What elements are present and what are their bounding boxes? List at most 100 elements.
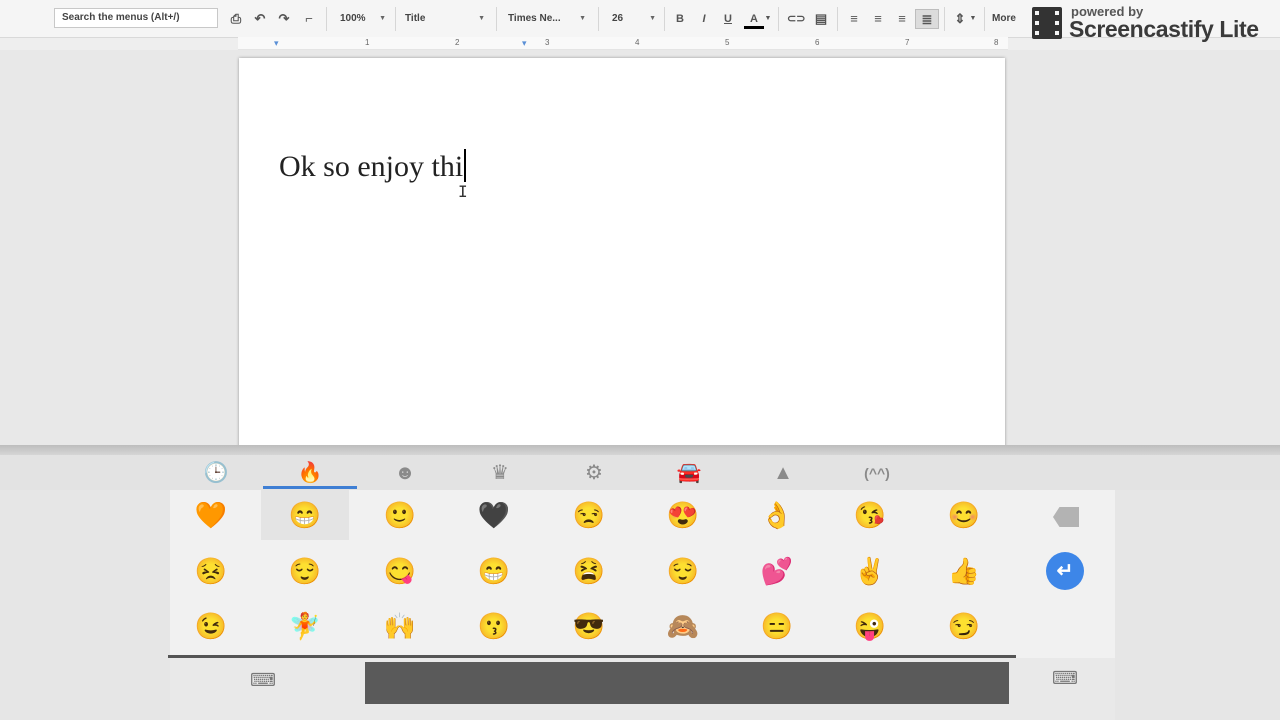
triangle-icon[interactable]: ▲ xyxy=(763,459,803,487)
backspace-icon[interactable] xyxy=(1053,507,1079,527)
emoji-key[interactable]: 👍 xyxy=(920,546,1008,596)
text-color-icon[interactable]: A xyxy=(744,9,764,29)
emoji-key[interactable]: 🙂 xyxy=(356,490,444,540)
search-menus-input[interactable]: Search the menus (Alt+/) xyxy=(54,8,218,28)
watermark-brand: Screencastify Lite xyxy=(1069,16,1259,42)
ruler-number: 3 xyxy=(545,38,550,47)
emoji-key[interactable]: 😫 xyxy=(545,546,633,596)
emoji-key[interactable]: 😋 xyxy=(356,546,444,596)
chevron-down-icon: ▼ xyxy=(579,15,586,22)
toolbar-divider xyxy=(395,7,396,31)
toolbar-divider xyxy=(496,7,497,31)
font-value: Times Ne... xyxy=(508,13,561,24)
chevron-down-icon: ▼ xyxy=(478,15,485,22)
emoji-key[interactable]: 😑 xyxy=(733,601,821,651)
bold-icon[interactable]: B xyxy=(673,9,687,29)
kaomoji-icon[interactable]: (^^) xyxy=(852,459,902,487)
align-center-icon[interactable]: ≡ xyxy=(870,9,886,29)
redo-icon[interactable]: ↷ xyxy=(276,9,292,29)
emoji-key[interactable]: 🙈 xyxy=(639,601,727,651)
underline-icon[interactable]: U xyxy=(721,9,735,29)
undo-icon[interactable]: ↶ xyxy=(252,9,268,29)
screencastify-watermark: powered by Screencastify Lite xyxy=(1030,3,1278,43)
active-category-indicator xyxy=(263,486,357,489)
align-right-icon[interactable]: ≡ xyxy=(894,9,910,29)
line-spacing-icon[interactable]: ⇕ xyxy=(952,9,968,29)
emoji-key[interactable]: 👌 xyxy=(733,490,821,540)
hide-keyboard-icon[interactable]: ⌨ xyxy=(1052,668,1078,689)
enter-button[interactable]: ↵ xyxy=(1046,552,1084,590)
emoji-key[interactable]: 😣 xyxy=(167,546,255,596)
align-left-icon[interactable]: ≡ xyxy=(846,9,862,29)
toolbar-divider xyxy=(837,7,838,31)
indent-marker-icon[interactable]: ▾ xyxy=(274,37,279,49)
emoji-key[interactable]: 😗 xyxy=(450,601,538,651)
emoji-key[interactable]: 🖤 xyxy=(450,490,538,540)
emoji-key[interactable]: 😉 xyxy=(167,601,255,651)
chevron-down-icon[interactable]: ▼ xyxy=(764,9,772,29)
ibeam-cursor-icon: I xyxy=(458,182,468,201)
emoji-key[interactable]: 🧡 xyxy=(167,490,255,540)
car-icon[interactable]: 🚘 xyxy=(669,459,709,487)
fire-icon[interactable]: 🔥 xyxy=(290,459,330,487)
italic-icon[interactable]: I xyxy=(697,9,711,29)
zoom-dropdown[interactable]: 100% ▼ xyxy=(340,9,386,29)
font-size-dropdown[interactable]: 26 ▼ xyxy=(612,9,656,29)
emoji-category-bar: 🕒 🔥 ☻ ♛ ⚙ 🚘 ▲ (^^) xyxy=(0,455,1280,490)
chevron-down-icon: ▼ xyxy=(649,15,656,22)
emoji-key[interactable]: 😏 xyxy=(920,601,1008,651)
chevron-down-icon[interactable]: ▼ xyxy=(969,9,977,29)
emoji-key[interactable]: 😊 xyxy=(920,490,1008,540)
emoji-key[interactable]: 😜 xyxy=(826,601,914,651)
emoji-key[interactable]: 😒 xyxy=(545,490,633,540)
ruler-number: 5 xyxy=(725,38,730,47)
gear-icon[interactable]: ⚙ xyxy=(574,459,614,487)
justify-icon[interactable]: ≣ xyxy=(915,9,939,29)
recent-icon[interactable]: 🕒 xyxy=(196,459,236,487)
toolbar-divider xyxy=(664,7,665,31)
crown-icon[interactable]: ♛ xyxy=(480,459,520,487)
keyboard-right-panel xyxy=(1115,490,1280,720)
ruler[interactable]: ▾ 1 2 3 4 5 6 7 8 ▾ xyxy=(238,37,1008,50)
ruler-number: 6 xyxy=(815,38,820,47)
ruler-number: 8 xyxy=(994,38,999,47)
document-text[interactable]: Ok so enjoy thi xyxy=(279,149,467,184)
emoji-keyboard: 🕒 🔥 ☻ ♛ ⚙ 🚘 ▲ (^^) 🧡 😁 🙂 🖤 😒 😍 👌 😘 😊 😣 😌… xyxy=(0,455,1280,720)
document-text-content: Ok so enjoy thi xyxy=(279,150,464,183)
emoji-key[interactable]: 😘 xyxy=(826,490,914,540)
toolbar-divider xyxy=(944,7,945,31)
paint-format-icon[interactable]: ⌐ xyxy=(301,9,317,29)
keyboard-layout-icon[interactable]: ⌨ xyxy=(250,670,276,691)
face-icon[interactable]: ☻ xyxy=(385,459,425,487)
ruler-number: 7 xyxy=(905,38,910,47)
emoji-key[interactable]: ✌ xyxy=(826,546,914,596)
keyboard-left-panel xyxy=(0,490,170,720)
film-logo-icon xyxy=(1032,7,1062,39)
toolbar-divider xyxy=(778,7,779,31)
emoji-key[interactable]: 😁 xyxy=(261,490,349,540)
more-button[interactable]: More xyxy=(992,9,1016,29)
emoji-key[interactable]: 😁 xyxy=(450,546,538,596)
tab-marker-icon[interactable]: ▾ xyxy=(522,37,527,49)
ruler-number: 2 xyxy=(455,38,460,47)
style-value: Title xyxy=(405,13,426,24)
emoji-key[interactable]: 😍 xyxy=(639,490,727,540)
toolbar-divider xyxy=(326,7,327,31)
emoji-key[interactable]: 💕 xyxy=(733,546,821,596)
link-icon[interactable]: ⊂⊃ xyxy=(787,9,805,29)
emoji-key[interactable]: 😌 xyxy=(261,546,349,596)
print-icon[interactable]: ⎙ xyxy=(228,9,244,29)
emoji-key[interactable]: 🙌 xyxy=(356,601,444,651)
emoji-key[interactable]: 😌 xyxy=(639,546,727,596)
font-dropdown[interactable]: Times Ne... ▼ xyxy=(508,9,586,29)
emoji-key[interactable]: 😎 xyxy=(545,601,633,651)
comment-icon[interactable]: ▤ xyxy=(813,9,829,29)
document-page[interactable]: Ok so enjoy thi I xyxy=(239,58,1005,458)
toolbar-divider xyxy=(984,7,985,31)
ruler-number: 4 xyxy=(635,38,640,47)
toolbar-divider xyxy=(598,7,599,31)
emoji-key[interactable]: 🧚 xyxy=(261,601,349,651)
style-dropdown[interactable]: Title ▼ xyxy=(405,9,485,29)
spacebar[interactable] xyxy=(365,662,1009,704)
keyboard-bottom-row: ⌨ ⌨ xyxy=(170,658,1115,720)
